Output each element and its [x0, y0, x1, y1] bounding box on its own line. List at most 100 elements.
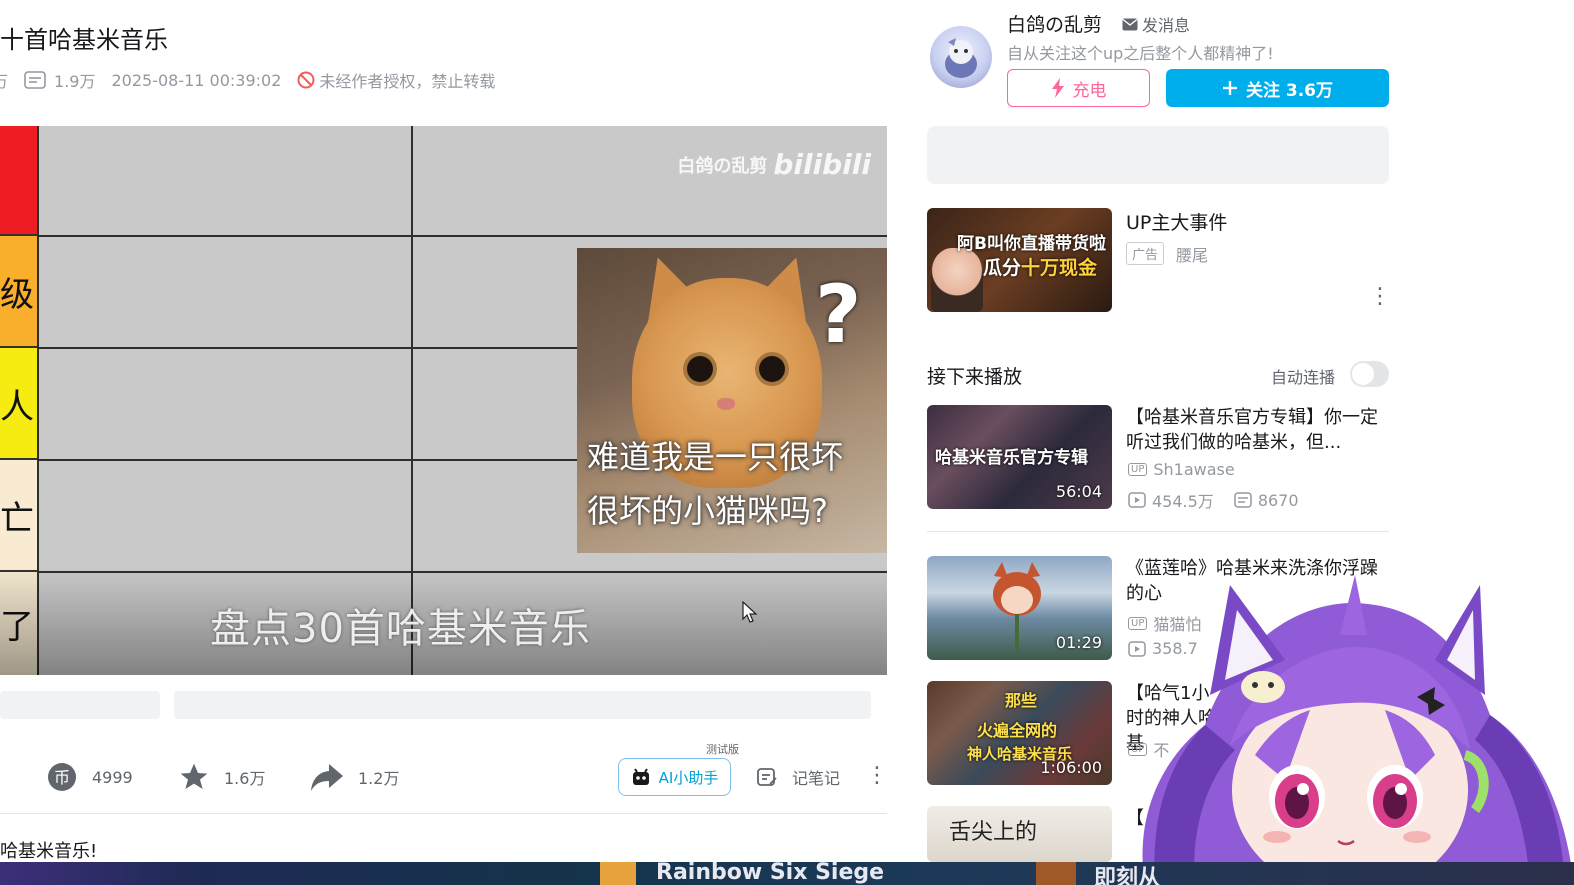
charge-button[interactable]: 充电: [1007, 69, 1150, 107]
progress-placeholder: [0, 691, 160, 719]
tier-row-3: 人: [0, 348, 37, 460]
ad-more-options-icon[interactable]: ⋮: [1369, 284, 1391, 309]
notes-label: 记笔记: [792, 769, 841, 788]
no-reprint-text: 未经作者授权，禁止转载: [319, 72, 496, 91]
ai-assistant-button[interactable]: AI小助手: [618, 758, 731, 796]
video-thumbnail[interactable]: 舌尖上的: [927, 806, 1112, 862]
favorite-button[interactable]: 1.6万: [178, 755, 265, 799]
meme-caption-line: 很坏的小猫咪吗?: [587, 492, 828, 530]
danmaku-count: 8670: [1257, 490, 1299, 510]
meme-caption-line: 难道我是一只很坏: [587, 438, 844, 476]
thumbnail-caption: 那些: [1005, 691, 1038, 710]
cat-meme-image: ? 难道我是一只很坏 很坏的小猫咪吗?: [577, 248, 887, 553]
up-badge-icon: UP: [1128, 463, 1148, 476]
star-icon: [180, 763, 208, 789]
taskbar-label[interactable]: 即刻从: [1094, 862, 1160, 885]
prohibited-icon: [297, 71, 315, 89]
cat-nose: [717, 398, 735, 410]
video-uploader[interactable]: UP Sh1awase: [1128, 460, 1235, 479]
no-reprint-notice: 未经作者授权，禁止转载: [297, 68, 495, 92]
ad-thumbnail[interactable]: 阿B叫你直播带货啦 瓜分十万现金: [927, 208, 1112, 312]
share-button[interactable]: 1.2万: [310, 755, 399, 799]
video-title: 十首哈基米音乐: [0, 26, 168, 54]
meta-prefix: 万: [0, 72, 9, 91]
banner-placeholder: [927, 126, 1389, 184]
list-divider: [927, 531, 1389, 532]
taskbar: Rainbow Six Siege 即刻从: [0, 862, 1574, 885]
video-description: 哈基米音乐!: [0, 841, 98, 862]
charge-label: 充电: [1072, 80, 1107, 101]
avatar-illustration: [945, 38, 977, 78]
notes-button[interactable]: 记笔记: [756, 755, 840, 799]
next-up-heading: 接下来播放: [927, 366, 1023, 388]
send-message-label: 发消息: [1142, 16, 1191, 35]
video-title-link[interactable]: 【哈基米音乐官方专辑】你一定听过我们做的哈基米，但...: [1126, 405, 1391, 455]
ad-badge: 广告: [1126, 242, 1165, 265]
ad-thumbnail-line: 阿B叫你直播带货啦: [957, 234, 1106, 254]
coin-icon: 币: [48, 763, 76, 791]
video-stats: 454.5万 8670: [1128, 488, 1299, 512]
bilibili-logo: bilibili: [773, 148, 871, 181]
thumbnail-caption: 哈基米音乐官方专辑: [935, 448, 1088, 468]
meme-caption: 难道我是一只很坏 很坏的小猫咪吗?: [587, 430, 843, 538]
tier-row-1: [0, 126, 37, 236]
danmaku-count-value: 1.9万: [54, 72, 96, 91]
uploader-avatar[interactable]: [930, 26, 992, 88]
ai-assistant-label: AI小助手: [658, 768, 719, 787]
coin-button[interactable]: 币 4999: [46, 755, 133, 799]
video-thumbnail[interactable]: 那些 火遍全网的 神人哈基米音乐 1:06:00: [927, 681, 1112, 785]
taskbar-label[interactable]: Rainbow Six Siege: [656, 862, 884, 885]
publish-date: 2025-08-11 00:39:02: [111, 70, 282, 90]
lightning-icon: [1051, 78, 1064, 98]
video-duration: 1:06:00: [1040, 758, 1102, 777]
ad-title[interactable]: UP主大事件: [1126, 208, 1227, 235]
danmaku-icon: [1234, 492, 1252, 508]
notes-icon: [757, 768, 777, 786]
video-player[interactable]: 级 人 亡 了 白鸽の乱剪 bilibili ? 难道我是一只很坏 很坏的小猫咪…: [0, 126, 887, 675]
play-count-icon: [1128, 492, 1146, 508]
ad-thumbnail-line: 瓜分十万现金: [983, 257, 1098, 279]
taskbar-app-tile: [600, 862, 636, 885]
coin-count: 4999: [92, 767, 133, 787]
play-count: 454.5万: [1152, 492, 1214, 511]
tier-row-4: 亡: [0, 460, 37, 572]
cat-eye: [687, 356, 713, 382]
more-options-icon[interactable]: ⋮: [866, 763, 888, 788]
follow-label: 关注 3.6万: [1245, 80, 1334, 101]
video-uploader-name: Sh1awase: [1153, 460, 1235, 479]
video-duration: 56:04: [1055, 482, 1102, 501]
question-mark: ?: [815, 268, 862, 361]
favorite-count: 1.6万: [224, 769, 266, 788]
video-thumbnail[interactable]: 哈基米音乐官方专辑 56:04: [927, 405, 1112, 509]
autoplay-label: 自动连播: [1271, 368, 1336, 387]
robot-icon: [632, 768, 649, 785]
thumbnail-caption: 火遍全网的: [977, 721, 1058, 740]
watermark-text: 白鸽の乱剪: [677, 155, 768, 177]
toggle-knob: [1352, 363, 1374, 385]
section-divider: [0, 813, 887, 814]
video-duration: 01:29: [1055, 633, 1102, 652]
mouse-cursor-icon: [742, 601, 758, 623]
danmaku-count: 1.9万: [24, 68, 95, 92]
share-count: 1.2万: [358, 769, 400, 788]
character-illustration: [993, 562, 1041, 650]
danmaku-input-placeholder[interactable]: [174, 691, 871, 719]
vtuber-avatar: [1142, 575, 1574, 885]
video-watermark: 白鸽の乱剪 bilibili: [677, 148, 871, 181]
send-message-link[interactable]: 发消息: [1122, 12, 1190, 36]
video-meta: 万 1.9万 2025-08-11 00:39:02 未经作者授权，禁止转载: [0, 68, 495, 92]
share-icon: [311, 764, 343, 791]
taskbar-app-tile: [1036, 862, 1076, 885]
video-thumbnail[interactable]: 01:29: [927, 556, 1112, 660]
beta-label: 测试版: [706, 743, 739, 756]
plus-icon: [1222, 81, 1237, 95]
video-action-bar: 币 4999 1.6万 1.2万 测试版 AI小助手 记笔记 ⋮: [0, 743, 888, 799]
uploader-name[interactable]: 白鸽の乱剪: [1007, 10, 1102, 37]
tier-row-2: 级: [0, 236, 37, 348]
follow-button[interactable]: 关注 3.6万: [1166, 69, 1389, 107]
ad-thumbnail-text: 阿B叫你直播带货啦 瓜分十万现金: [957, 232, 1106, 280]
uploader-bio: 自从关注这个up之后整个人都精神了!: [1007, 44, 1274, 63]
autoplay-toggle[interactable]: [1350, 361, 1389, 387]
mail-icon: [1122, 18, 1138, 30]
thumbnail-caption: 舌尖上的: [949, 820, 1038, 845]
